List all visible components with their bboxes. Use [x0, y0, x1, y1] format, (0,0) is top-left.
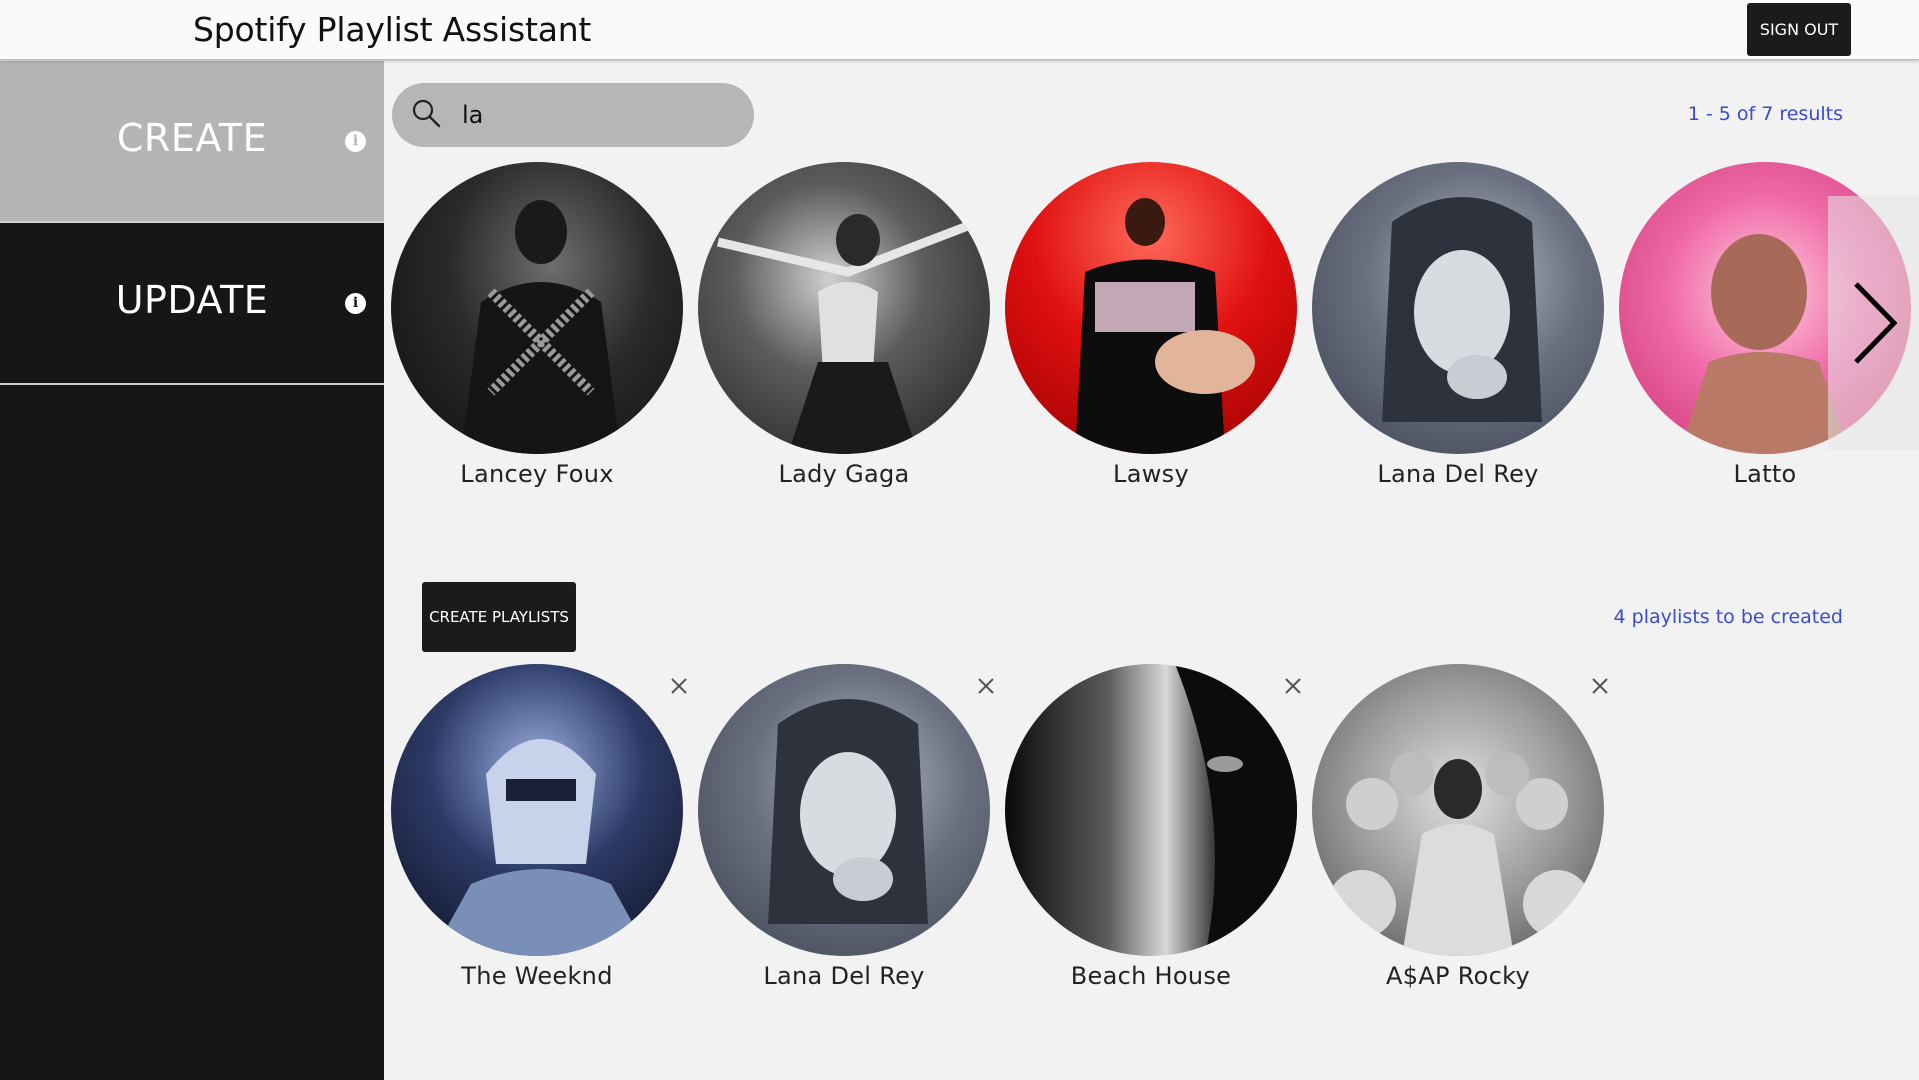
- artist-name: Lancey Foux: [460, 460, 614, 488]
- app-title: Spotify Playlist Assistant: [193, 10, 592, 49]
- info-icon[interactable]: i: [345, 293, 366, 314]
- artist-card[interactable]: Lancey Foux: [387, 162, 687, 488]
- sidebar-item-label: CREATE: [116, 116, 268, 160]
- artist-photo: [716, 214, 980, 454]
- search-input[interactable]: [462, 97, 732, 133]
- selected-artist-card: The Weeknd: [387, 664, 687, 990]
- artist-photo: [1075, 198, 1255, 454]
- artist-photo: [768, 699, 928, 924]
- next-page-button[interactable]: [1828, 196, 1919, 450]
- remove-icon[interactable]: [976, 676, 996, 696]
- artist-name: A$AP Rocky: [1386, 962, 1530, 990]
- sidebar-item-create[interactable]: CREATE i: [0, 61, 384, 223]
- artist-name: Beach House: [1070, 962, 1232, 990]
- remove-icon[interactable]: [669, 676, 689, 696]
- playlist-count: 4 playlists to be created: [1613, 606, 1843, 628]
- selected-artist-card: Lana Del Rey: [694, 664, 994, 990]
- artist-card[interactable]: Lawsy: [1001, 162, 1301, 488]
- artist-name: The Weeknd: [461, 962, 613, 990]
- artist-photo: [461, 200, 621, 454]
- artist-avatar: [1005, 664, 1297, 956]
- artist-avatar: [698, 664, 990, 956]
- artist-name: Lana Del Rey: [1377, 460, 1539, 488]
- artist-avatar[interactable]: [1312, 162, 1604, 454]
- artist-card[interactable]: Lana Del Rey: [1308, 162, 1608, 488]
- results-count: 1 - 5 of 7 results: [1687, 103, 1843, 125]
- create-playlists-button[interactable]: CREATE PLAYLISTS: [422, 582, 576, 652]
- artist-name: Lana Del Rey: [763, 962, 925, 990]
- artist-avatar: [1312, 664, 1604, 956]
- artist-photo: [1175, 664, 1297, 956]
- artist-avatar[interactable]: [391, 162, 683, 454]
- selected-artist-card: Beach House: [1001, 664, 1301, 990]
- artist-avatar: [391, 664, 683, 956]
- search-bar[interactable]: [392, 83, 754, 147]
- chevron-right-icon: [1854, 282, 1898, 364]
- artist-name: Lawsy: [1113, 460, 1189, 488]
- sidebar-item-label: UPDATE: [115, 278, 269, 322]
- artist-photo: [1328, 752, 1591, 956]
- artist-photo: [431, 739, 651, 956]
- app-header: Spotify Playlist Assistant SIGN OUT: [0, 0, 1919, 60]
- artist-card[interactable]: Lady Gaga: [694, 162, 994, 488]
- artist-photo: [1382, 197, 1542, 422]
- remove-icon[interactable]: [1590, 676, 1610, 696]
- sidebar: CREATE i UPDATE i: [0, 61, 384, 1080]
- artist-avatar[interactable]: [1005, 162, 1297, 454]
- search-icon: [412, 99, 441, 128]
- sidebar-item-update[interactable]: UPDATE i: [0, 223, 384, 385]
- selected-artist-card: A$AP Rocky: [1308, 664, 1608, 990]
- artist-name: Lady Gaga: [778, 460, 910, 488]
- remove-icon[interactable]: [1283, 676, 1303, 696]
- artist-avatar[interactable]: [698, 162, 990, 454]
- sign-out-button[interactable]: SIGN OUT: [1747, 3, 1851, 56]
- artist-name: Latto: [1733, 460, 1797, 488]
- info-icon[interactable]: i: [345, 131, 366, 152]
